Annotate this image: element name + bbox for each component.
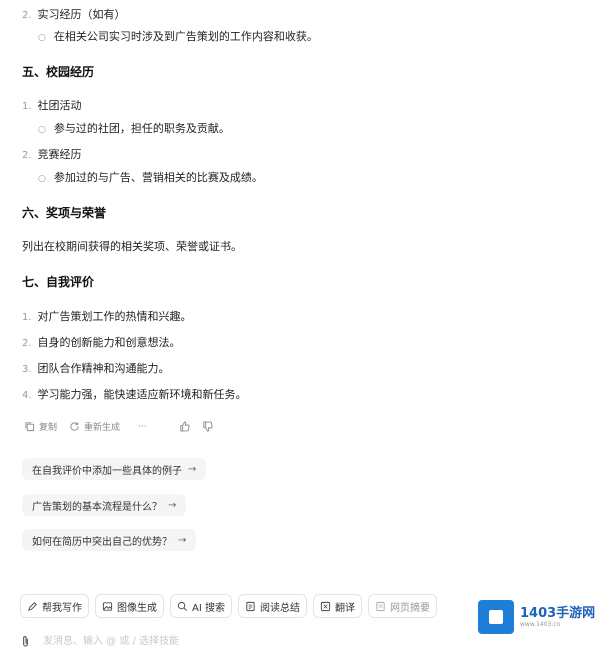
translate-button[interactable]: 翻译 <box>312 594 362 618</box>
copy-icon <box>25 422 35 432</box>
list-number: 2. <box>22 150 32 161</box>
translate-label: 翻译 <box>334 602 355 614</box>
list-number: 2. <box>22 338 32 349</box>
suggestion-chip[interactable]: 广告策划的基本流程是什么？ → <box>22 494 187 516</box>
refresh-icon <box>70 422 79 431</box>
internship-sub-item: ○ 在相关公司实习时涉及到广告策划的工作内容和收获。 <box>38 28 318 44</box>
arrow-right-icon: → <box>188 463 197 475</box>
sub-text: 参与过的社团，担任的职务及贡献。 <box>53 122 230 135</box>
suggestion-text: 如何在简历中突出自己的优势？ <box>32 536 172 548</box>
ai-search-button[interactable]: AI 搜索 <box>170 594 232 618</box>
self-eval-item: 1. 对广告策划工作的热情和兴趣。 <box>22 308 192 324</box>
image-generate-label: 图像生成 <box>117 602 157 614</box>
like-button[interactable] <box>179 421 190 432</box>
more-icon: ··· <box>138 421 147 432</box>
arrow-right-icon: → <box>178 534 187 546</box>
arrow-right-icon: → <box>168 499 177 511</box>
web-summary-button[interactable]: 网页摘要 <box>367 594 437 618</box>
list-label: 实习经历（如有） <box>37 8 126 21</box>
message-input[interactable] <box>41 634 405 648</box>
section-heading-campus: 五、校园经历 <box>22 65 95 79</box>
self-eval-item: 3. 团队合作精神和沟通能力。 <box>22 360 170 376</box>
sub-text: 在相关公司实习时涉及到广告策划的工作内容和收获。 <box>53 30 318 43</box>
list-label: 竞赛经历 <box>37 148 82 161</box>
list-label: 团队合作精神和沟通能力。 <box>37 362 170 375</box>
bullet-icon: ○ <box>38 174 46 184</box>
section-heading-self-eval: 七、自我评价 <box>22 275 95 289</box>
campus-item: 2. 竞赛经历 <box>22 146 82 162</box>
list-label: 学习能力强，能快速适应新环境和新任务。 <box>37 388 247 401</box>
regenerate-button[interactable]: 重新生成 <box>69 420 120 433</box>
search-icon <box>177 601 187 611</box>
suggestion-text: 广告策划的基本流程是什么？ <box>32 501 162 513</box>
write-assist-label: 帮我写作 <box>42 602 82 614</box>
watermark-name: 1403手游网 <box>520 605 596 621</box>
list-number: 3. <box>22 364 32 375</box>
copy-button[interactable]: 复制 <box>24 420 57 433</box>
campus-sub-item: ○ 参与过的社团，担任的职务及贡献。 <box>38 120 230 136</box>
pen-icon <box>28 601 37 611</box>
more-button[interactable]: ··· <box>138 422 147 432</box>
regenerate-label: 重新生成 <box>84 423 121 433</box>
bullet-icon: ○ <box>38 125 46 135</box>
list-number: 1. <box>22 312 32 323</box>
list-label: 社团活动 <box>37 99 82 112</box>
document-icon <box>246 601 255 611</box>
scroll-fade <box>0 575 596 595</box>
web-summary-label: 网页摘要 <box>389 602 430 614</box>
dislike-button[interactable] <box>202 421 213 432</box>
watermark-url: www.1403.cn <box>520 620 561 628</box>
self-eval-item: 2. 自身的创新能力和创意想法。 <box>22 334 181 350</box>
write-assist-button[interactable]: 帮我写作 <box>20 594 89 618</box>
watermark-logo <box>478 600 514 634</box>
reading-summary-label: 阅读总结 <box>259 602 300 614</box>
list-number: 1. <box>22 101 32 112</box>
ai-search-label: AI 搜索 <box>192 602 225 614</box>
message-actions: 复制 重新生成 ··· <box>24 420 213 433</box>
list-label: 对广告策划工作的热情和兴趣。 <box>37 310 192 323</box>
skill-toolbar: 帮我写作 图像生成 AI 搜索 阅读总结 翻译 网页摘要 <box>20 594 437 618</box>
bullet-icon: ○ <box>38 33 46 43</box>
thumbs-down-icon <box>203 421 213 432</box>
campus-item: 1. 社团活动 <box>22 97 82 113</box>
list-number: 2. <box>22 10 32 21</box>
sub-text: 参加过的与广告、营销相关的比赛及成绩。 <box>53 171 263 184</box>
self-eval-item: 4. 学习能力强，能快速适应新环境和新任务。 <box>22 386 247 402</box>
image-generate-button[interactable]: 图像生成 <box>95 594 164 618</box>
translate-icon <box>320 601 331 611</box>
list-number: 4. <box>22 390 32 401</box>
webpage-icon <box>376 601 385 611</box>
suggestion-chip[interactable]: 如何在简历中突出自己的优势？ → <box>22 529 197 551</box>
suggestion-chip[interactable]: 在自我评价中添加一些具体的例子 → <box>22 458 207 480</box>
suggestion-text: 在自我评价中添加一些具体的例子 <box>32 465 182 477</box>
image-icon <box>102 601 113 611</box>
awards-text: 列出在校期间获得的相关奖项、荣誉或证书。 <box>22 240 242 253</box>
thumbs-up-icon <box>180 421 190 432</box>
section-heading-awards: 六、奖项与荣誉 <box>22 206 107 220</box>
reading-summary-button[interactable]: 阅读总结 <box>237 594 307 618</box>
copy-label: 复制 <box>39 423 58 433</box>
message-input-row <box>20 628 460 654</box>
attachment-icon[interactable] <box>20 635 31 648</box>
watermark: 1403手游网 www.1403.cn <box>478 600 595 634</box>
list-label: 自身的创新能力和创意想法。 <box>37 336 181 349</box>
campus-sub-item: ○ 参加过的与广告、营销相关的比赛及成绩。 <box>38 169 263 185</box>
internship-item: 2. 实习经历（如有） <box>22 6 126 22</box>
